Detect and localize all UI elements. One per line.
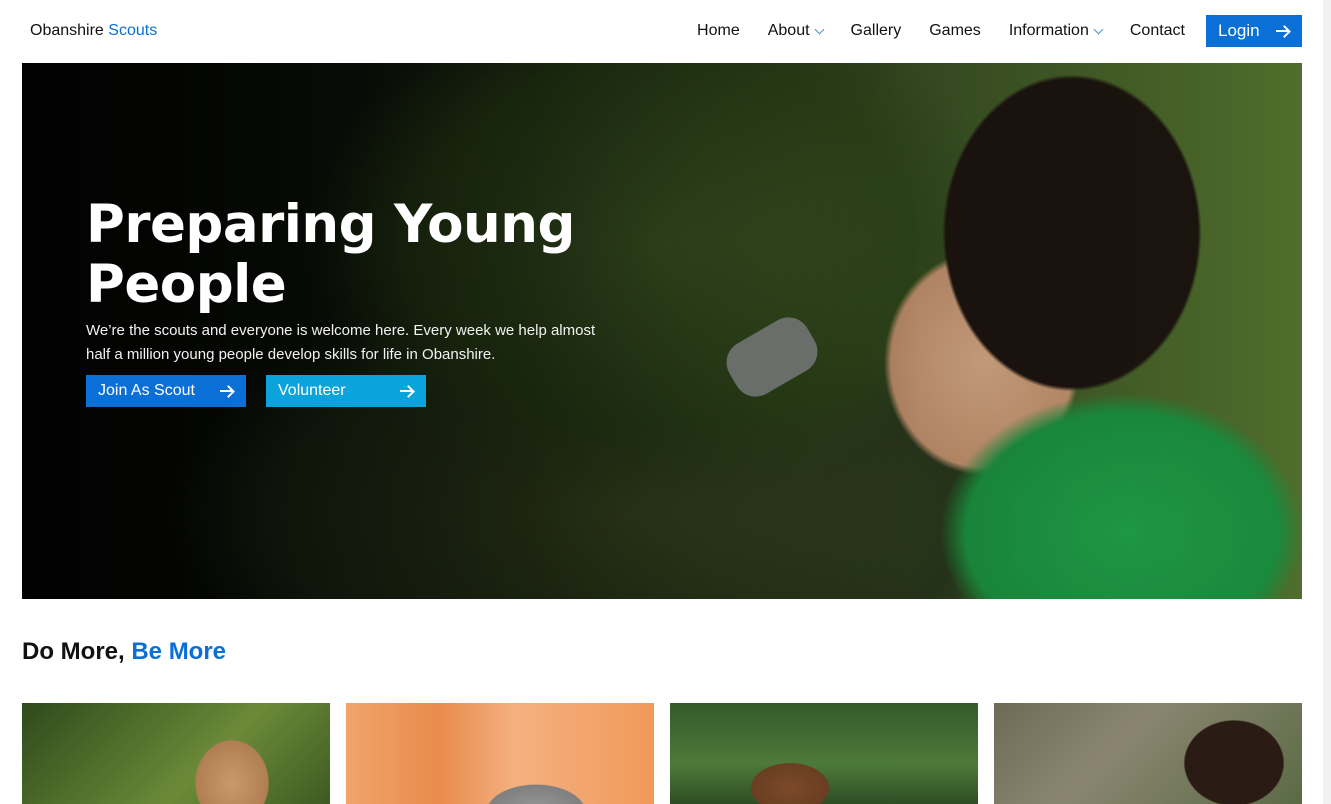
navbar: Obanshire Scouts Home About Gallery Game… [0, 0, 1331, 63]
activity-cards [22, 703, 1302, 804]
hero-buttons: Join As Scout Volunteer [86, 375, 626, 407]
activity-card-image[interactable] [346, 703, 654, 804]
section-title-first: Do More, [22, 638, 125, 665]
nav-gallery-label: Gallery [850, 22, 902, 39]
hero-image-walkie-talkie [718, 309, 826, 405]
volunteer-button[interactable]: Volunteer [266, 375, 426, 407]
arrow-right-icon [1276, 25, 1290, 37]
nav-about[interactable]: About [767, 22, 824, 40]
main-nav: Home About Gallery Games Information Con… [669, 15, 1302, 47]
nav-information[interactable]: Information [1008, 22, 1104, 40]
nav-games-label: Games [929, 22, 981, 39]
nav-games[interactable]: Games [929, 22, 981, 40]
hero-title: Preparing Young People [86, 194, 575, 315]
hero-content: Preparing Young People We’re the scouts … [86, 195, 626, 407]
nav-contact[interactable]: Contact [1130, 22, 1185, 40]
nav-contact-label: Contact [1129, 22, 1185, 39]
arrow-right-icon [400, 385, 414, 397]
join-as-scout-button[interactable]: Join As Scout [86, 375, 246, 407]
chevron-down-icon [1093, 24, 1104, 34]
page-scrollbar[interactable] [1323, 0, 1331, 804]
nav-about-label: About [767, 22, 810, 39]
arrow-right-icon [220, 385, 234, 397]
brand-logo[interactable]: Obanshire Scouts [30, 22, 157, 40]
login-button[interactable]: Login [1206, 15, 1302, 47]
nav-home-label: Home [697, 22, 740, 39]
login-button-label: Login [1218, 21, 1260, 40]
section-title-second: Be More [131, 638, 227, 665]
volunteer-label: Volunteer [278, 382, 346, 399]
chevron-down-icon [814, 24, 824, 34]
nav-gallery[interactable]: Gallery [851, 22, 902, 40]
hero-description: We’re the scouts and everyone is welcome… [86, 322, 596, 363]
activity-card-image[interactable] [994, 703, 1302, 804]
brand-name-first: Obanshire [30, 22, 104, 39]
section-title: Do More, Be More [22, 638, 226, 666]
brand-name-second: Scouts [108, 22, 158, 39]
join-as-scout-label: Join As Scout [98, 382, 195, 399]
nav-home[interactable]: Home [697, 22, 740, 40]
nav-information-label: Information [1008, 22, 1089, 39]
activity-card-image[interactable] [22, 703, 330, 804]
hero-banner: Preparing Young People We’re the scouts … [22, 63, 1302, 599]
activity-card-image[interactable] [670, 703, 978, 804]
